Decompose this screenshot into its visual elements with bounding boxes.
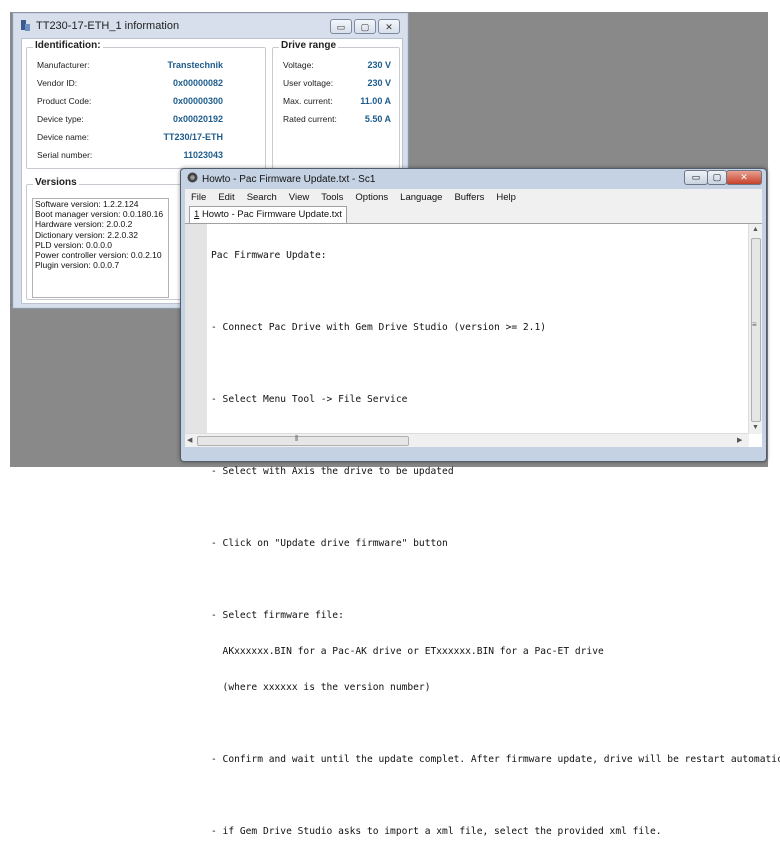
editor-text[interactable]: Pac Firmware Update: ​ - Connect Pac Dri… (211, 226, 780, 862)
scroll-down-arrow-icon[interactable]: ▼ (752, 424, 759, 431)
menu-language[interactable]: Language (394, 192, 448, 203)
device-type-value: 0x00020192 (172, 114, 223, 124)
scroll-left-arrow-icon[interactable]: ◀ (187, 436, 192, 444)
serial-number-value: 11023043 (183, 150, 223, 160)
menu-options[interactable]: Options (349, 192, 394, 203)
vendor-id-value: 0x00000082 (172, 78, 223, 88)
menu-search[interactable]: Search (241, 192, 283, 203)
product-code-label: Product Code: (37, 96, 92, 106)
desktop-background: TT230-17-ETH_1 information ▭ ▢ ✕ Identif… (10, 12, 780, 837)
software-version: Software version: 1.2.2.124 (35, 199, 139, 209)
hardware-version: Hardware version: 2.0.0.2 (35, 219, 133, 230)
horizontal-scroll-thumb[interactable] (197, 436, 409, 446)
editor-line: ​ (211, 718, 780, 730)
editor-line: ​ (211, 790, 780, 802)
editor-line: - if Gem Drive Studio asks to import a x… (211, 826, 662, 837)
minimize-button[interactable]: ▭ (330, 19, 352, 34)
menu-bar: File Edit Search View Tools Options Lang… (185, 189, 762, 205)
identification-group: Identification: Manufacturer: Transtechn… (26, 40, 266, 169)
text-editor-area[interactable]: Pac Firmware Update: ​ - Connect Pac Dri… (185, 224, 780, 837)
editor-line: Pac Firmware Update: (211, 250, 327, 261)
menu-file[interactable]: File (185, 192, 212, 203)
editor-line: - Click on "Update drive firmware" butto… (211, 538, 448, 549)
device-name-value: TT230/17-ETH (163, 132, 223, 142)
dictionary-version: Dictionary version: 2.2.0.32 (35, 229, 138, 240)
vertical-scrollbar[interactable]: ▲ ≡ ▼ (748, 224, 762, 434)
scroll-up-arrow-icon[interactable]: ▲ (752, 226, 759, 233)
editor-line: - Select Menu Tool -> File Service (211, 394, 408, 405)
editor-gutter (185, 224, 207, 434)
voltage-value: 230 V (367, 60, 391, 70)
info-window-title: TT230-17-ETH_1 information (36, 19, 180, 32)
tab-index: 1 (194, 209, 200, 220)
drive-range-heading: Drive range (279, 40, 339, 51)
rated-current-value: 5.50 A (364, 114, 391, 124)
versions-list[interactable]: Software version: 1.2.2.124 Boot manager… (32, 198, 169, 298)
editor-line: - Confirm and wait until the update comp… (211, 754, 780, 765)
editor-close-button[interactable]: ✕ (726, 170, 762, 185)
versions-heading: Versions (33, 177, 79, 188)
device-type-label: Device type: (37, 114, 84, 124)
menu-buffers[interactable]: Buffers (448, 192, 490, 203)
user-voltage-label: User voltage: (283, 78, 334, 88)
user-voltage-value: 230 V (367, 78, 391, 88)
editor-line: ​ (211, 358, 780, 370)
manufacturer-value: Transtechnik (167, 60, 223, 70)
editor-line: ​ (211, 574, 780, 586)
vertical-scroll-thumb[interactable] (751, 238, 761, 422)
menu-tools[interactable]: Tools (315, 192, 349, 203)
rated-current-label: Rated current: (283, 114, 337, 124)
editor-maximize-button[interactable]: ▢ (707, 170, 727, 185)
boot-manager-version: Boot manager version: 0.0.180.16 (35, 209, 164, 220)
menu-edit[interactable]: Edit (212, 192, 240, 203)
device-name-label: Device name: (37, 132, 89, 142)
scroll-grip-icon: ≡ (752, 320, 757, 329)
menu-view[interactable]: View (283, 192, 315, 203)
editor-line: AKxxxxxx.BIN for a Pac-AK drive or ETxxx… (211, 646, 604, 657)
drive-range-group: Drive range Voltage: 230 V User voltage:… (272, 40, 400, 169)
scroll-right-arrow-icon[interactable]: ▶ (737, 436, 742, 444)
tab-bar: 1 Howto - Pac Firmware Update.txt (185, 205, 762, 224)
tab-howto-file[interactable]: 1 Howto - Pac Firmware Update.txt (189, 206, 347, 223)
manufacturer-label: Manufacturer: (37, 60, 90, 70)
editor-line: - Connect Pac Drive with Gem Drive Studi… (211, 322, 547, 333)
pld-version: PLD version: 0.0.0.0 (35, 239, 113, 250)
menu-help[interactable]: Help (490, 192, 522, 203)
editor-window[interactable]: Howto - Pac Firmware Update.txt - Sc1 ▭ … (180, 168, 780, 837)
editor-line: - Select with Axis the drive to be updat… (211, 466, 454, 477)
horizontal-scrollbar[interactable]: ◀ ⦀ ▶ (185, 433, 749, 447)
close-button[interactable]: ✕ (378, 19, 400, 34)
editor-line: ​ (211, 502, 780, 514)
voltage-label: Voltage: (283, 60, 314, 70)
plugin-version: Plugin version: 0.0.0.7 (35, 260, 120, 271)
maximize-button[interactable]: ▢ (354, 19, 376, 34)
max-current-value: 11.00 A (360, 96, 391, 106)
vendor-id-label: Vendor ID: (37, 78, 78, 88)
editor-titlebar[interactable]: Howto - Pac Firmware Update.txt - Sc1 (187, 172, 375, 186)
editor-minimize-button[interactable]: ▭ (684, 170, 708, 185)
serial-number-label: Serial number: (37, 150, 93, 160)
power-controller-version: Power controller version: 0.0.2.10 (35, 250, 162, 261)
editor-line: - Select firmware file: (211, 610, 344, 621)
editor-line: ​ (211, 286, 780, 298)
info-window-titlebar[interactable]: TT230-17-ETH_1 information (19, 19, 179, 32)
max-current-label: Max. current: (283, 96, 333, 106)
editor-window-title: Howto - Pac Firmware Update.txt - Sc1 (202, 173, 376, 185)
hscroll-grip-icon: ⦀ (295, 434, 299, 443)
app-icon (19, 19, 32, 32)
identification-heading: Identification: (33, 40, 103, 51)
tab-label: Howto - Pac Firmware Update.txt (201, 209, 342, 220)
editor-app-icon (187, 172, 198, 186)
product-code-value: 0x00000300 (172, 96, 223, 106)
editor-line: (where xxxxxx is the version number) (211, 682, 431, 693)
